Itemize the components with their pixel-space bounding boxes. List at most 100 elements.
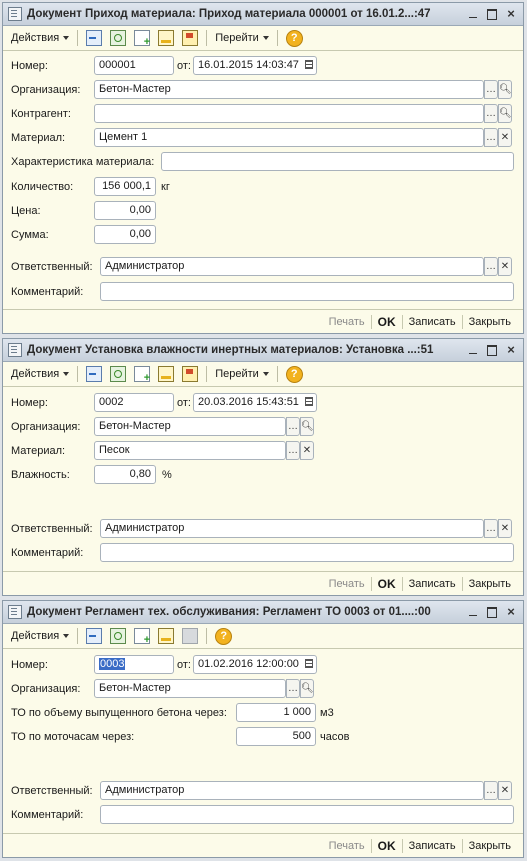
save-button[interactable]: Записать: [403, 316, 462, 328]
organization-field[interactable]: Бетон-Мастер: [94, 80, 484, 99]
copy-new-icon[interactable]: [134, 30, 151, 48]
window-menu-icon[interactable]: [8, 343, 22, 357]
actions-menu[interactable]: Действия: [7, 630, 73, 642]
copy-new-icon[interactable]: [134, 628, 151, 646]
title-bar[interactable]: Документ Приход материала: Приход матери…: [3, 3, 523, 26]
comment-field[interactable]: [100, 805, 514, 824]
number-field[interactable]: 0002: [94, 393, 174, 412]
quantity-field[interactable]: 156 000,1: [94, 177, 156, 196]
dialog-footer: Печать OK Записать Закрыть: [3, 833, 523, 857]
date-field[interactable]: 16.01.2015 14:03:47: [193, 56, 317, 75]
post-document-icon[interactable]: [158, 628, 175, 644]
clear-icon[interactable]: ✕: [498, 781, 512, 800]
volume-field[interactable]: 1 000: [236, 703, 316, 722]
actions-menu[interactable]: Действия: [7, 32, 73, 44]
minimize-icon[interactable]: [467, 606, 479, 618]
title-bar[interactable]: Документ Установка влажности инертных ма…: [3, 339, 523, 362]
window-menu-icon[interactable]: [8, 7, 22, 21]
comment-field[interactable]: [100, 282, 514, 301]
close-icon[interactable]: ×: [505, 7, 517, 20]
window-menu-icon[interactable]: [8, 605, 22, 619]
save-button[interactable]: Записать: [403, 840, 462, 852]
save-button[interactable]: Записать: [403, 578, 462, 590]
toolbar-divider: [276, 366, 278, 382]
goto-menu[interactable]: Перейти: [211, 32, 273, 44]
minimize-icon[interactable]: [467, 8, 479, 20]
maximize-icon[interactable]: [487, 9, 497, 20]
post-and-close-icon[interactable]: [86, 366, 103, 382]
ok-button[interactable]: OK: [372, 577, 402, 591]
copy-new-icon[interactable]: [134, 366, 151, 384]
select-button[interactable]: …: [286, 441, 300, 460]
sum-field[interactable]: 0,00: [94, 225, 156, 244]
search-icon[interactable]: 🔍︎: [300, 417, 314, 436]
comment-field[interactable]: [100, 543, 514, 562]
responsible-field[interactable]: Администратор: [100, 257, 484, 276]
calendar-icon[interactable]: [302, 56, 316, 75]
number-field[interactable]: 000001: [94, 56, 174, 75]
organization-label: Организация:: [11, 421, 81, 433]
calendar-icon[interactable]: [302, 393, 316, 412]
select-button[interactable]: …: [484, 80, 498, 99]
actions-menu[interactable]: Действия: [7, 368, 73, 380]
select-button[interactable]: …: [484, 104, 498, 123]
minimize-icon[interactable]: [467, 344, 479, 356]
date-field[interactable]: 20.03.2016 15:43:51: [193, 393, 317, 412]
organization-field[interactable]: Бетон-Мастер: [94, 417, 286, 436]
close-button[interactable]: Закрыть: [463, 840, 517, 852]
print-button[interactable]: Печать: [323, 316, 371, 328]
search-icon[interactable]: 🔍︎: [300, 679, 314, 698]
maximize-icon[interactable]: [487, 607, 497, 618]
number-field[interactable]: 0003: [94, 655, 174, 674]
ok-button[interactable]: OK: [372, 839, 402, 853]
date-field[interactable]: 01.02.2016 12:00:00: [193, 655, 317, 674]
close-icon[interactable]: ×: [505, 343, 517, 356]
help-icon[interactable]: ?: [285, 29, 303, 47]
print-button[interactable]: Печать: [323, 840, 371, 852]
responsible-field[interactable]: Администратор: [100, 519, 484, 538]
clear-icon[interactable]: ✕: [498, 519, 512, 538]
select-button[interactable]: …: [484, 781, 498, 800]
unpost-document-icon[interactable]: [182, 366, 199, 382]
select-button[interactable]: …: [484, 257, 498, 276]
clear-icon[interactable]: ✕: [498, 257, 512, 276]
responsible-field[interactable]: Администратор: [100, 781, 484, 800]
price-field[interactable]: 0,00: [94, 201, 156, 220]
post-document-icon[interactable]: [158, 366, 175, 382]
material-field[interactable]: Цемент 1: [94, 128, 484, 147]
volume-label: ТО по объему выпущенного бетона через:: [11, 707, 227, 719]
organization-field[interactable]: Бетон-Мастер: [94, 679, 286, 698]
select-button[interactable]: …: [484, 128, 498, 147]
calendar-icon[interactable]: [302, 655, 316, 674]
hours-field[interactable]: 500: [236, 727, 316, 746]
unpost-document-icon[interactable]: [182, 30, 199, 46]
post-and-close-icon[interactable]: [86, 30, 103, 46]
refresh-icon[interactable]: [110, 30, 127, 46]
help-icon[interactable]: ?: [285, 365, 303, 383]
refresh-icon[interactable]: [110, 366, 127, 382]
post-and-close-icon[interactable]: [86, 628, 103, 644]
search-icon[interactable]: 🔍︎: [498, 104, 512, 123]
contractor-label: Контрагент:: [11, 108, 71, 120]
clear-icon[interactable]: ✕: [300, 441, 314, 460]
humidity-field[interactable]: 0,80: [94, 465, 156, 484]
refresh-icon[interactable]: [110, 628, 127, 644]
post-document-icon[interactable]: [158, 30, 175, 46]
maximize-icon[interactable]: [487, 345, 497, 356]
select-button[interactable]: …: [286, 417, 300, 436]
select-button[interactable]: …: [484, 519, 498, 538]
characteristic-field[interactable]: [161, 152, 514, 171]
select-button[interactable]: …: [286, 679, 300, 698]
help-icon[interactable]: ?: [215, 627, 233, 645]
clear-icon[interactable]: ✕: [498, 128, 512, 147]
ok-button[interactable]: OK: [372, 315, 402, 329]
print-button[interactable]: Печать: [323, 578, 371, 590]
goto-menu[interactable]: Перейти: [211, 368, 273, 380]
close-icon[interactable]: ×: [505, 605, 517, 618]
title-bar[interactable]: Документ Регламент тех. обслуживания: Ре…: [3, 601, 523, 624]
close-button[interactable]: Закрыть: [463, 578, 517, 590]
contractor-field[interactable]: [94, 104, 484, 123]
close-button[interactable]: Закрыть: [463, 316, 517, 328]
search-icon[interactable]: 🔍︎: [498, 80, 512, 99]
material-field[interactable]: Песок: [94, 441, 286, 460]
